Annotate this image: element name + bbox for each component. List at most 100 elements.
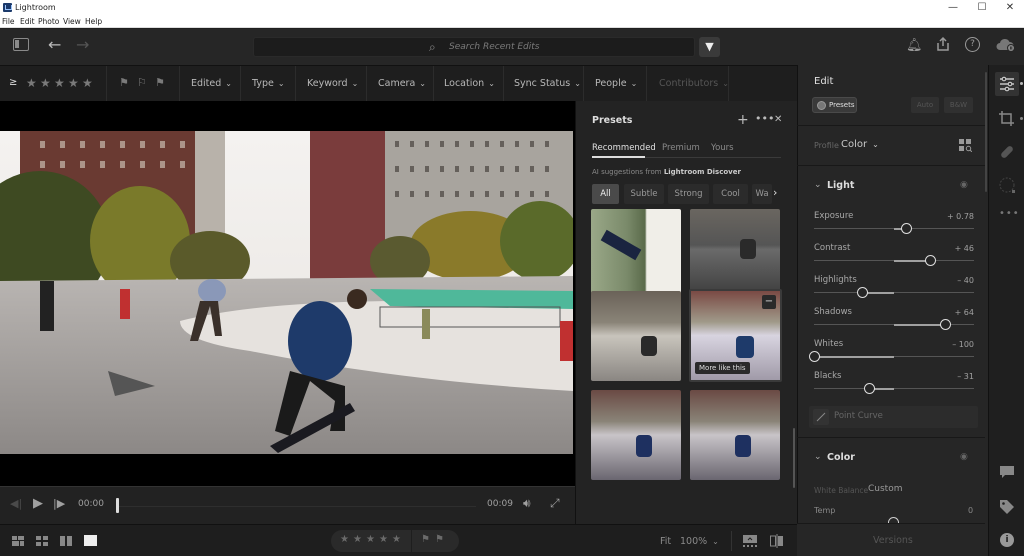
filter-location[interactable]: Location ⌄ [444, 78, 495, 89]
contrast-slider-knob[interactable] [925, 254, 937, 266]
highlights-slider-knob[interactable] [856, 286, 868, 298]
edit-tool-button[interactable] [995, 72, 1019, 96]
preset-thumbnail-3[interactable] [591, 291, 681, 381]
add-preset-icon[interactable]: + [737, 112, 749, 128]
fullscreen-icon[interactable]: ⤢ [550, 496, 560, 511]
video-frame[interactable] [0, 131, 573, 454]
filter-star-2[interactable]: ★ [40, 76, 51, 90]
filter-star-1[interactable]: ★ [26, 76, 37, 90]
filter-keyword[interactable]: Keyword ⌄ [307, 78, 358, 89]
menu-photo[interactable]: Photo [38, 17, 59, 26]
preset-thumbnail-6[interactable] [690, 390, 780, 480]
flag-rejected-icon[interactable]: ⚑ [155, 76, 165, 89]
healing-icon[interactable] [998, 143, 1016, 161]
color-section-title[interactable]: Color [827, 452, 855, 463]
chip-cool[interactable]: Cool [713, 184, 748, 204]
zoom-level-dropdown[interactable]: 100% ⌄ [680, 536, 719, 547]
volume-icon[interactable]: 🔊︎ [523, 496, 531, 511]
blacks-value[interactable]: – 31 [957, 372, 974, 381]
filter-sync-status[interactable]: Sync Status ⌄ [514, 78, 581, 89]
preset-thumbnail-1[interactable] [591, 209, 681, 299]
blacks-slider-track[interactable] [814, 388, 974, 389]
chip-subtle[interactable]: Subtle [624, 184, 664, 204]
square-grid-icon[interactable] [36, 536, 48, 546]
maximize-button[interactable]: ☐ [967, 2, 997, 14]
edit-scrollbar[interactable] [985, 72, 987, 192]
menu-view[interactable]: View [63, 17, 81, 26]
color-visibility-eye-icon[interactable]: ◉ [960, 452, 968, 462]
preset-thumbnail-4[interactable]: − More like this [689, 289, 782, 382]
point-curve-button[interactable]: Point Curve [809, 406, 978, 428]
versions-bar[interactable]: Versions [797, 523, 985, 556]
filter-star-5[interactable]: ★ [82, 76, 93, 90]
menu-file[interactable]: File [2, 17, 15, 26]
search-input[interactable]: ⌕ Search Recent Edits [253, 37, 695, 57]
presets-button[interactable]: Presets [812, 97, 857, 113]
before-after-icon[interactable] [770, 534, 784, 548]
presets-scrollbar[interactable] [793, 428, 795, 488]
back-arrow-icon[interactable]: ← [48, 35, 61, 54]
minimize-button[interactable]: — [938, 2, 968, 14]
auto-button[interactable]: Auto [911, 97, 939, 113]
exposure-value[interactable]: + 0.78 [947, 212, 974, 221]
menu-edit[interactable]: Edit [20, 17, 35, 26]
bw-button[interactable]: B&W [944, 97, 973, 113]
forward-arrow-icon[interactable]: → [76, 35, 89, 54]
highlights-value[interactable]: – 40 [957, 276, 974, 285]
compare-view-icon[interactable] [60, 536, 72, 546]
chip-strong[interactable]: Strong [668, 184, 709, 204]
shadows-value[interactable]: + 64 [955, 308, 974, 317]
more-options-icon[interactable]: ••• [755, 112, 774, 125]
highlights-slider-track[interactable] [814, 292, 974, 293]
flag-picked-icon[interactable]: ⚑ [119, 76, 129, 89]
preset-thumbnail-5[interactable] [591, 390, 681, 480]
white-balance-dropdown[interactable]: Custom [868, 484, 902, 494]
filter-star-3[interactable]: ★ [54, 76, 65, 90]
filter-type[interactable]: Type ⌄ [252, 78, 285, 89]
panel-toggle-icon[interactable] [13, 38, 29, 51]
light-section-title[interactable]: Light [827, 180, 854, 191]
scrubber-track[interactable] [116, 506, 476, 507]
profile-browser-icon[interactable] [959, 139, 973, 153]
cloud-sync-icon[interactable] [996, 38, 1016, 52]
info-icon[interactable]: i [1000, 533, 1014, 547]
comment-icon[interactable] [999, 465, 1015, 479]
close-presets-icon[interactable]: ✕ [774, 114, 782, 125]
profile-dropdown[interactable]: Color ⌄ [841, 139, 879, 150]
detail-view-icon[interactable] [84, 535, 97, 546]
rating-star-3[interactable]: ★ [366, 534, 375, 545]
bell-icon[interactable]: 🔔︎ [906, 38, 923, 53]
tag-icon[interactable] [999, 499, 1015, 515]
light-visibility-eye-icon[interactable]: ◉ [960, 180, 968, 190]
scrubber-handle[interactable] [116, 498, 119, 513]
filter-people[interactable]: People ⌄ [595, 78, 637, 89]
rating-operator[interactable]: ≥ [9, 77, 17, 88]
chip-warm[interactable]: Wa [752, 184, 772, 204]
more-tools-icon[interactable]: ••• [999, 208, 1020, 219]
blacks-slider-knob[interactable] [863, 382, 875, 394]
shadows-slider-knob[interactable] [939, 318, 951, 330]
menu-help[interactable]: Help [85, 17, 102, 26]
rating-star-2[interactable]: ★ [353, 534, 362, 545]
previous-frame-icon[interactable]: ◀| [10, 497, 22, 510]
whites-value[interactable]: – 100 [952, 340, 974, 349]
share-icon[interactable] [935, 36, 951, 52]
whites-slider-knob[interactable] [808, 350, 820, 362]
filter-camera[interactable]: Camera ⌄ [378, 78, 426, 89]
contrast-value[interactable]: + 46 [955, 244, 974, 253]
remove-icon[interactable]: − [762, 295, 776, 309]
flag-unflagged-icon[interactable]: ⚐ [137, 76, 147, 89]
masking-icon[interactable] [998, 176, 1016, 194]
filter-edited[interactable]: Edited ⌄ [191, 78, 232, 89]
rating-star-4[interactable]: ★ [379, 534, 388, 545]
tab-recommended[interactable]: Recommended [592, 143, 656, 153]
filmstrip-icon[interactable] [743, 535, 757, 547]
filter-button[interactable]: ▼ [699, 37, 720, 57]
crop-icon[interactable] [998, 110, 1016, 128]
tab-premium[interactable]: Premium [662, 143, 700, 153]
rating-star-1[interactable]: ★ [340, 534, 349, 545]
preset-thumbnail-2[interactable] [690, 209, 780, 299]
rating-star-5[interactable]: ★ [392, 534, 401, 545]
tab-yours[interactable]: Yours [711, 143, 734, 153]
flag-pick-icon[interactable]: ⚑ [421, 534, 430, 545]
